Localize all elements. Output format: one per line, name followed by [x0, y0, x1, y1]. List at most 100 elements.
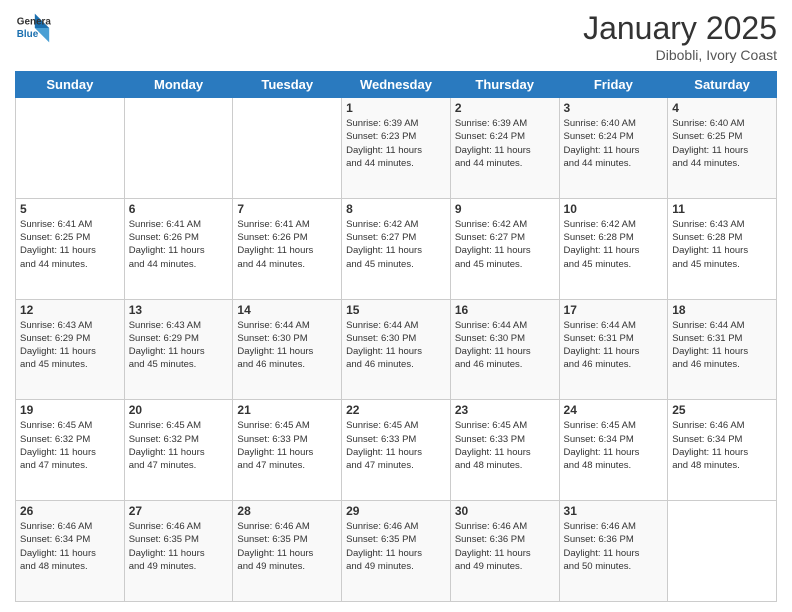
- calendar-cell: 4 Sunrise: 6:40 AMSunset: 6:25 PMDaylight…: [668, 98, 777, 199]
- day-number: 9: [455, 202, 555, 216]
- calendar-cell: 27 Sunrise: 6:46 AMSunset: 6:35 PMDayligh…: [124, 501, 233, 602]
- calendar-cell: 11 Sunrise: 6:43 AMSunset: 6:28 PMDayligh…: [668, 198, 777, 299]
- day-info: Sunrise: 6:39 AMSunset: 6:23 PMDaylight:…: [346, 117, 446, 170]
- calendar-cell: 17 Sunrise: 6:44 AMSunset: 6:31 PMDayligh…: [559, 299, 668, 400]
- col-monday: Monday: [124, 72, 233, 98]
- calendar-cell: 14Sunrise: 6:44 AMSunset: 6:30 PMDayligh…: [233, 299, 342, 400]
- col-sunday: Sunday: [16, 72, 125, 98]
- col-friday: Friday: [559, 72, 668, 98]
- calendar-week-4: 19Sunrise: 6:45 AMSunset: 6:32 PMDayligh…: [16, 400, 777, 501]
- calendar-cell: 2 Sunrise: 6:39 AMSunset: 6:24 PMDaylight…: [450, 98, 559, 199]
- calendar-cell: 30 Sunrise: 6:46 AMSunset: 6:36 PMDayligh…: [450, 501, 559, 602]
- calendar-cell: 24Sunrise: 6:45 AMSunset: 6:34 PMDayligh…: [559, 400, 668, 501]
- day-number: 30: [455, 504, 555, 518]
- day-info: Sunrise: 6:46 AMSunset: 6:36 PMDaylight:…: [455, 520, 555, 573]
- col-tuesday: Tuesday: [233, 72, 342, 98]
- svg-text:Blue: Blue: [17, 29, 39, 40]
- day-number: 17: [564, 303, 664, 317]
- header-row: Sunday Monday Tuesday Wednesday Thursday…: [16, 72, 777, 98]
- day-number: 25: [672, 403, 772, 417]
- day-info: Sunrise: 6:40 AMSunset: 6:25 PMDaylight:…: [672, 117, 772, 170]
- day-number: 12: [20, 303, 120, 317]
- day-info: Sunrise: 6:46 AMSunset: 6:35 PMDaylight:…: [129, 520, 229, 573]
- day-info: Sunrise: 6:39 AMSunset: 6:24 PMDaylight:…: [455, 117, 555, 170]
- col-saturday: Saturday: [668, 72, 777, 98]
- calendar-cell: 28Sunrise: 6:46 AMSunset: 6:35 PMDayligh…: [233, 501, 342, 602]
- page: General Blue January 2025 Dibobli, Ivory…: [0, 0, 792, 612]
- subtitle: Dibobli, Ivory Coast: [583, 47, 777, 63]
- day-info: Sunrise: 6:44 AMSunset: 6:30 PMDaylight:…: [346, 319, 446, 372]
- day-info: Sunrise: 6:43 AMSunset: 6:28 PMDaylight:…: [672, 218, 772, 271]
- day-info: Sunrise: 6:41 AMSunset: 6:26 PMDaylight:…: [129, 218, 229, 271]
- day-info: Sunrise: 6:46 AMSunset: 6:36 PMDaylight:…: [564, 520, 664, 573]
- day-info: Sunrise: 6:42 AMSunset: 6:27 PMDaylight:…: [455, 218, 555, 271]
- day-info: Sunrise: 6:46 AMSunset: 6:34 PMDaylight:…: [20, 520, 120, 573]
- calendar-cell: 12 Sunrise: 6:43 AMSunset: 6:29 PMDayligh…: [16, 299, 125, 400]
- day-number: 27: [129, 504, 229, 518]
- calendar-table: Sunday Monday Tuesday Wednesday Thursday…: [15, 71, 777, 602]
- svg-text:General: General: [17, 16, 51, 27]
- day-number: 6: [129, 202, 229, 216]
- calendar-cell: 20 Sunrise: 6:45 AMSunset: 6:32 PMDayligh…: [124, 400, 233, 501]
- day-info: Sunrise: 6:45 AMSunset: 6:33 PMDaylight:…: [455, 419, 555, 472]
- day-info: Sunrise: 6:44 AMSunset: 6:31 PMDaylight:…: [672, 319, 772, 372]
- day-number: 18: [672, 303, 772, 317]
- day-number: 11: [672, 202, 772, 216]
- day-info: Sunrise: 6:46 AMSunset: 6:35 PMDaylight:…: [346, 520, 446, 573]
- day-number: 7: [237, 202, 337, 216]
- day-info: Sunrise: 6:44 AMSunset: 6:30 PMDaylight:…: [455, 319, 555, 372]
- day-info: Sunrise: 6:43 AMSunset: 6:29 PMDaylight:…: [20, 319, 120, 372]
- day-number: 5: [20, 202, 120, 216]
- day-number: 21: [237, 403, 337, 417]
- day-number: 3: [564, 101, 664, 115]
- day-number: 13: [129, 303, 229, 317]
- day-number: 28: [237, 504, 337, 518]
- day-number: 8: [346, 202, 446, 216]
- day-info: Sunrise: 6:42 AMSunset: 6:28 PMDaylight:…: [564, 218, 664, 271]
- day-info: Sunrise: 6:45 AMSunset: 6:32 PMDaylight:…: [129, 419, 229, 472]
- day-info: Sunrise: 6:41 AMSunset: 6:25 PMDaylight:…: [20, 218, 120, 271]
- calendar-week-3: 12 Sunrise: 6:43 AMSunset: 6:29 PMDayligh…: [16, 299, 777, 400]
- col-wednesday: Wednesday: [342, 72, 451, 98]
- calendar-cell: 3 Sunrise: 6:40 AMSunset: 6:24 PMDaylight…: [559, 98, 668, 199]
- day-info: Sunrise: 6:40 AMSunset: 6:24 PMDaylight:…: [564, 117, 664, 170]
- calendar-cell: 10 Sunrise: 6:42 AMSunset: 6:28 PMDayligh…: [559, 198, 668, 299]
- calendar-cell: 23Sunrise: 6:45 AMSunset: 6:33 PMDayligh…: [450, 400, 559, 501]
- day-number: 31: [564, 504, 664, 518]
- day-number: 20: [129, 403, 229, 417]
- calendar-cell: 15 Sunrise: 6:44 AMSunset: 6:30 PMDayligh…: [342, 299, 451, 400]
- day-number: 2: [455, 101, 555, 115]
- day-number: 1: [346, 101, 446, 115]
- day-info: Sunrise: 6:45 AMSunset: 6:32 PMDaylight:…: [20, 419, 120, 472]
- calendar-cell: [16, 98, 125, 199]
- day-number: 4: [672, 101, 772, 115]
- day-number: 10: [564, 202, 664, 216]
- calendar-cell: 6 Sunrise: 6:41 AMSunset: 6:26 PMDaylight…: [124, 198, 233, 299]
- day-number: 22: [346, 403, 446, 417]
- calendar-cell: 1 Sunrise: 6:39 AMSunset: 6:23 PMDaylight…: [342, 98, 451, 199]
- logo: General Blue: [15, 10, 51, 46]
- calendar-week-1: 1 Sunrise: 6:39 AMSunset: 6:23 PMDaylight…: [16, 98, 777, 199]
- calendar-cell: 9 Sunrise: 6:42 AMSunset: 6:27 PMDaylight…: [450, 198, 559, 299]
- month-title: January 2025: [583, 10, 777, 47]
- calendar-cell: 22Sunrise: 6:45 AMSunset: 6:33 PMDayligh…: [342, 400, 451, 501]
- calendar-cell: 25 Sunrise: 6:46 AMSunset: 6:34 PMDayligh…: [668, 400, 777, 501]
- day-info: Sunrise: 6:45 AMSunset: 6:33 PMDaylight:…: [237, 419, 337, 472]
- day-info: Sunrise: 6:46 AMSunset: 6:34 PMDaylight:…: [672, 419, 772, 472]
- calendar-cell: 7 Sunrise: 6:41 AMSunset: 6:26 PMDaylight…: [233, 198, 342, 299]
- day-info: Sunrise: 6:41 AMSunset: 6:26 PMDaylight:…: [237, 218, 337, 271]
- calendar-week-5: 26Sunrise: 6:46 AMSunset: 6:34 PMDayligh…: [16, 501, 777, 602]
- calendar-cell: 18 Sunrise: 6:44 AMSunset: 6:31 PMDayligh…: [668, 299, 777, 400]
- day-number: 15: [346, 303, 446, 317]
- day-info: Sunrise: 6:43 AMSunset: 6:29 PMDaylight:…: [129, 319, 229, 372]
- calendar-cell: 31 Sunrise: 6:46 AMSunset: 6:36 PMDayligh…: [559, 501, 668, 602]
- day-info: Sunrise: 6:44 AMSunset: 6:31 PMDaylight:…: [564, 319, 664, 372]
- col-thursday: Thursday: [450, 72, 559, 98]
- calendar-cell: [668, 501, 777, 602]
- day-number: 29: [346, 504, 446, 518]
- calendar-week-2: 5 Sunrise: 6:41 AMSunset: 6:25 PMDaylight…: [16, 198, 777, 299]
- day-info: Sunrise: 6:45 AMSunset: 6:34 PMDaylight:…: [564, 419, 664, 472]
- calendar-cell: 19Sunrise: 6:45 AMSunset: 6:32 PMDayligh…: [16, 400, 125, 501]
- day-number: 14: [237, 303, 337, 317]
- title-area: January 2025 Dibobli, Ivory Coast: [583, 10, 777, 63]
